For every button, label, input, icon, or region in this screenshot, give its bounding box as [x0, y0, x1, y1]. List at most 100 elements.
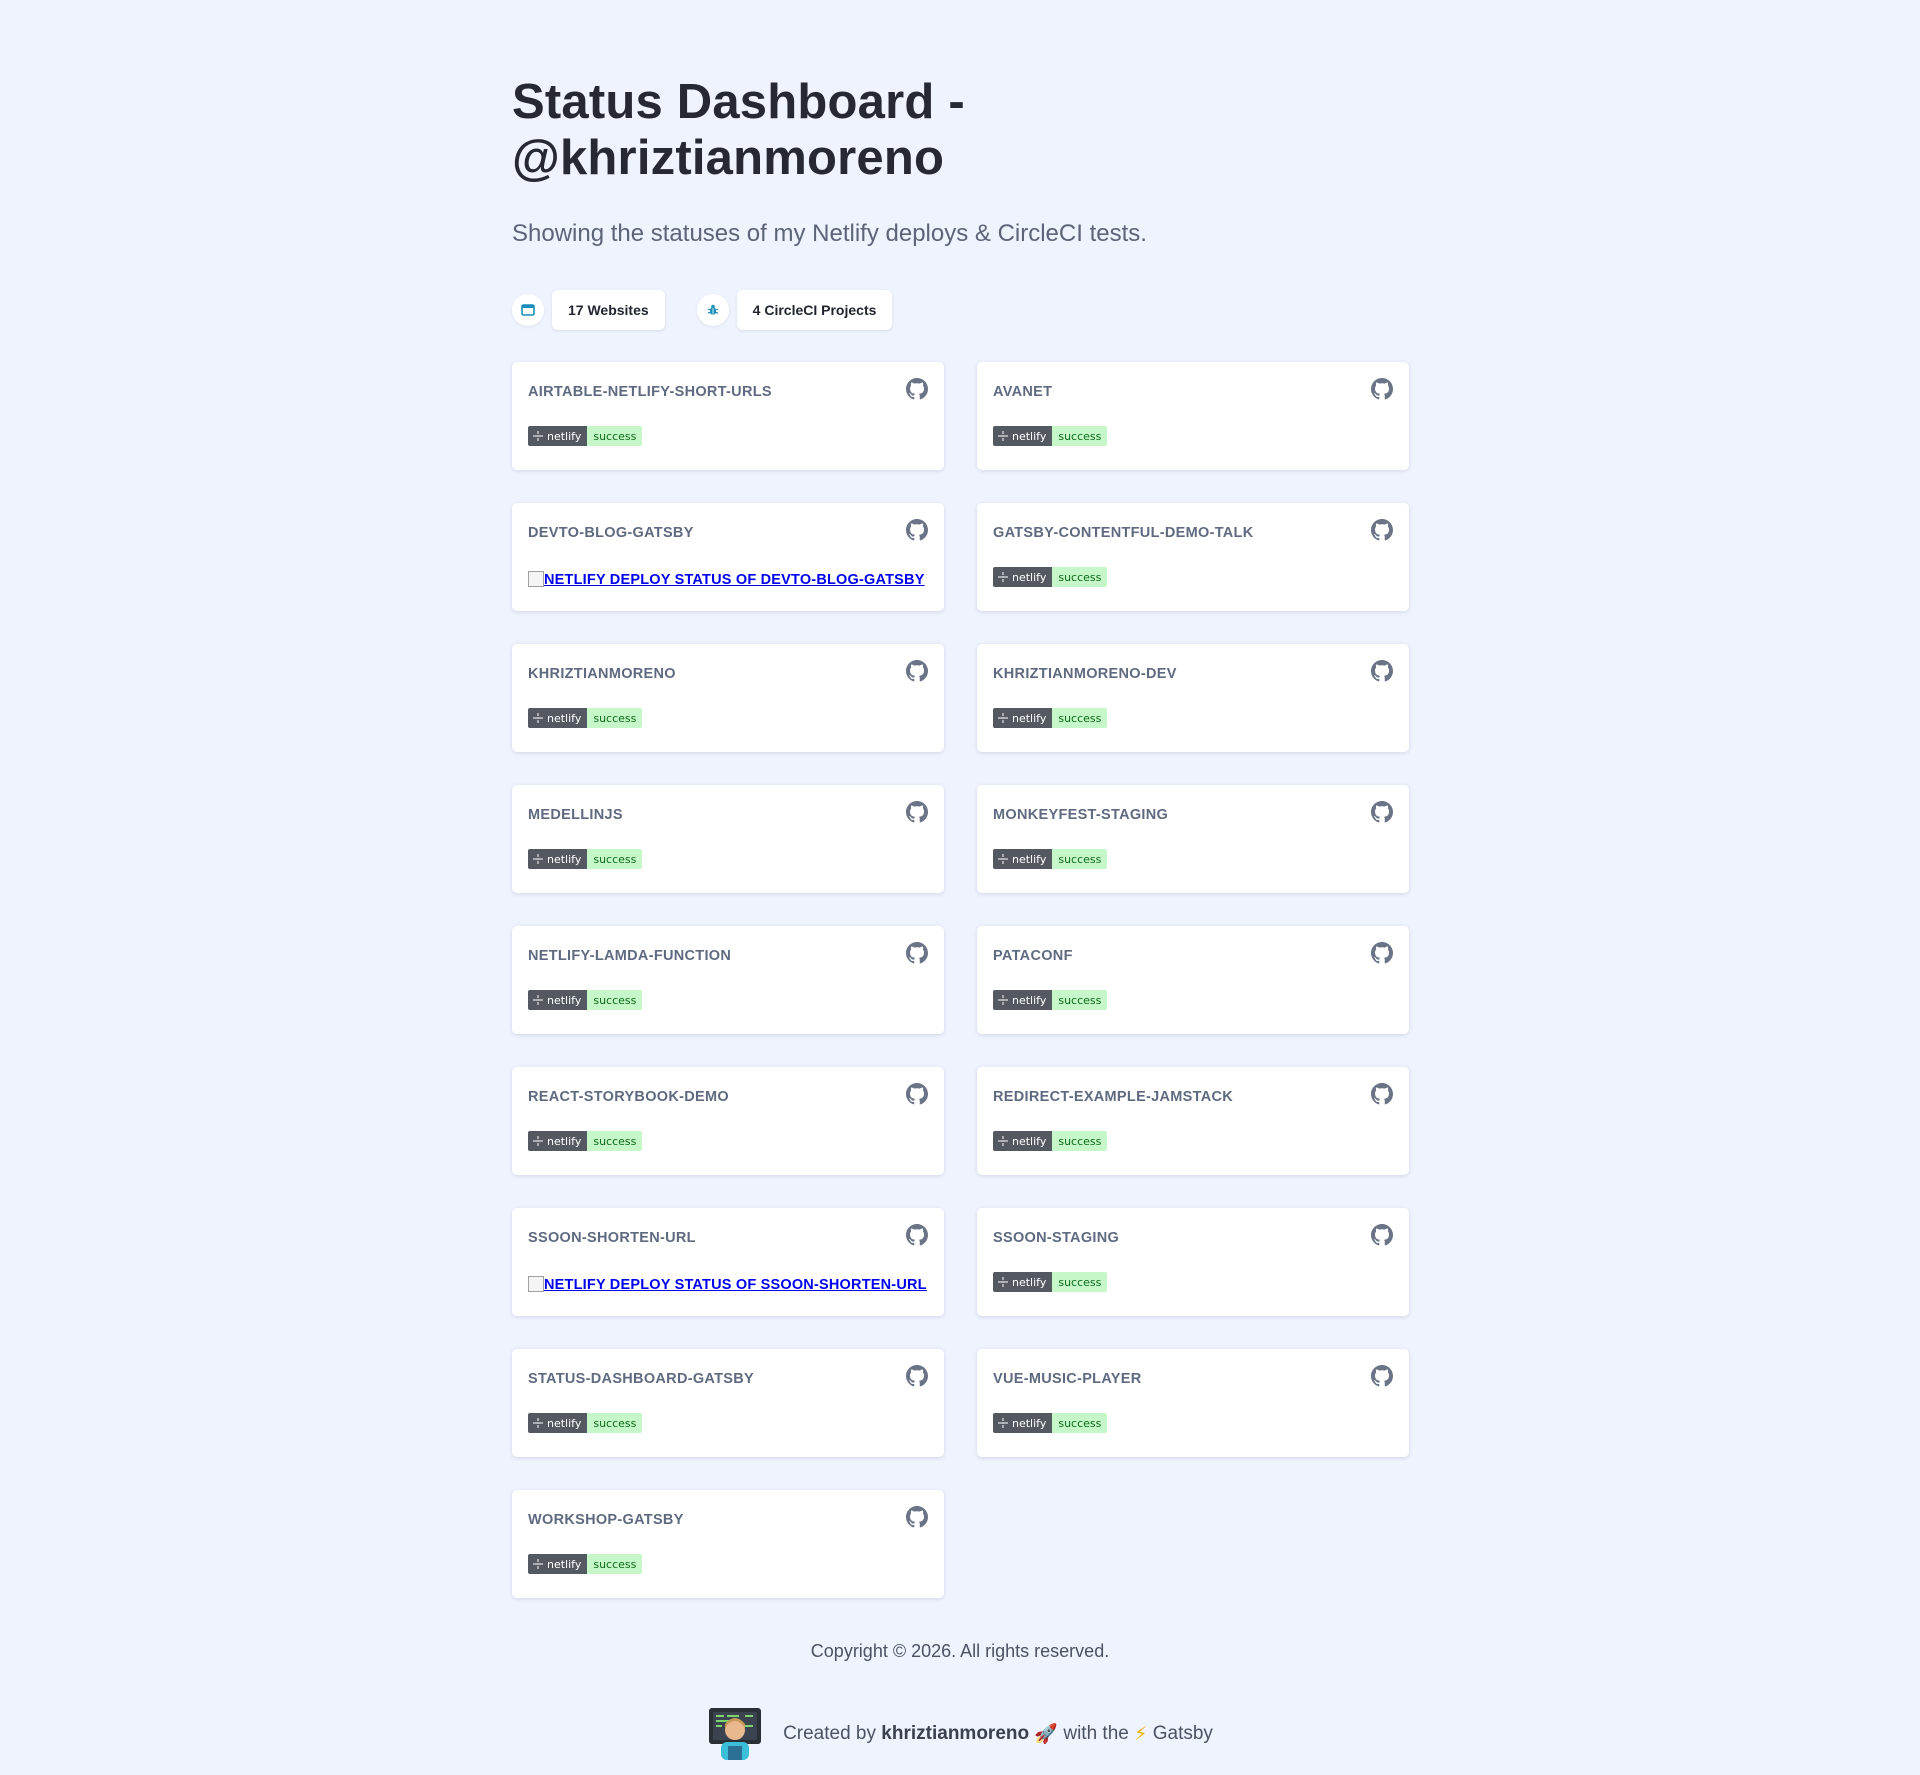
netlify-icon: [533, 1559, 543, 1569]
site-card: AVANET netlify success: [977, 362, 1409, 470]
site-card: MONKEYFEST-STAGING netlify success: [977, 785, 1409, 893]
github-icon[interactable]: [1371, 942, 1393, 964]
github-icon[interactable]: [906, 1365, 928, 1387]
site-name: KHRIZTIANMORENO-DEV: [993, 666, 1177, 682]
badge-status-label: success: [587, 1413, 643, 1433]
github-icon[interactable]: [906, 1506, 928, 1528]
bug-icon: [696, 294, 729, 326]
netlify-status-badge[interactable]: netlify success: [528, 708, 643, 728]
circleci-projects-count: 4 CircleCI Projects: [736, 290, 893, 330]
github-icon[interactable]: [1371, 378, 1393, 400]
netlify-status-image-link[interactable]: NETLIFY DEPLOY STATUS OF DEVTO-BLOG-GATS…: [528, 571, 925, 588]
site-name: NETLIFY-LAMDA-FUNCTION: [528, 948, 732, 964]
badge-left-text: netlify: [547, 1557, 582, 1571]
netlify-status-badge[interactable]: netlify success: [528, 1413, 643, 1433]
site-name: WORKSHOP-GATSBY: [528, 1512, 684, 1528]
page-title: Status Dashboard - @khriztianmoreno: [512, 75, 965, 185]
badge-left-text: netlify: [1012, 1134, 1047, 1148]
netlify-status-badge[interactable]: netlify success: [993, 849, 1108, 869]
badge-status-label: success: [1052, 708, 1108, 728]
with-the-text: with the: [1063, 1723, 1129, 1744]
site-name: REDIRECT-EXAMPLE-JAMSTACK: [993, 1089, 1234, 1105]
github-icon[interactable]: [906, 378, 928, 400]
badge-netlify-label: netlify: [993, 426, 1053, 446]
framework-name[interactable]: Gatsby: [1153, 1723, 1213, 1745]
github-icon[interactable]: [906, 801, 928, 823]
netlify-status-badge[interactable]: netlify success: [993, 426, 1108, 446]
site-card: DEVTO-BLOG-GATSBY NETLIFY DEPLOY STATUS O…: [512, 503, 944, 611]
github-icon[interactable]: [1371, 519, 1393, 541]
netlify-status-badge[interactable]: netlify success: [993, 1413, 1108, 1433]
github-icon[interactable]: [1371, 801, 1393, 823]
broken-image-icon: [528, 571, 544, 587]
github-icon[interactable]: [1371, 1365, 1393, 1387]
github-icon[interactable]: [906, 942, 928, 964]
netlify-status-badge[interactable]: netlify success: [528, 1554, 643, 1574]
badge-left-text: netlify: [1012, 1416, 1047, 1430]
badge-netlify-label: netlify: [528, 1413, 588, 1433]
netlify-status-badge[interactable]: netlify success: [528, 1131, 643, 1151]
badge-status-label: success: [1052, 426, 1108, 446]
github-icon[interactable]: [1371, 660, 1393, 682]
site-name: AIRTABLE-NETLIFY-SHORT-URLS: [528, 384, 772, 400]
github-icon[interactable]: [906, 1224, 928, 1246]
site-name: GATSBY-CONTENTFUL-DEMO-TALK: [993, 525, 1254, 541]
badge-netlify-label: netlify: [528, 426, 588, 446]
netlify-icon: [998, 854, 1008, 864]
badge-left-text: netlify: [547, 711, 582, 725]
badge-netlify-label: netlify: [993, 1272, 1053, 1292]
site-card: VUE-MUSIC-PLAYER netlify success: [977, 1349, 1409, 1457]
site-card: NETLIFY-LAMDA-FUNCTION netlify success: [512, 926, 944, 1034]
created-by-text: Created by: [783, 1723, 877, 1744]
site-name: MONKEYFEST-STAGING: [993, 807, 1169, 823]
netlify-status-badge[interactable]: netlify success: [528, 426, 643, 446]
netlify-status-badge[interactable]: netlify success: [993, 567, 1108, 587]
netlify-status-badge[interactable]: netlify success: [528, 849, 643, 869]
author-name[interactable]: khriztianmoreno: [881, 1723, 1029, 1745]
broken-image-icon: [528, 1276, 544, 1292]
github-icon[interactable]: [906, 660, 928, 682]
websites-count: 17 Websites: [552, 290, 665, 330]
github-icon[interactable]: [906, 1083, 928, 1105]
github-icon[interactable]: [1371, 1083, 1393, 1105]
site-card: KHRIZTIANMORENO-DEV netlify success: [977, 644, 1409, 752]
netlify-icon: [533, 713, 543, 723]
footer-copyright: Copyright © 2026. All rights reserved.: [810, 1641, 1110, 1661]
badge-netlify-label: netlify: [993, 990, 1053, 1010]
badge-netlify-label: netlify: [528, 849, 588, 869]
badge-status-label: success: [587, 426, 643, 446]
netlify-icon: [998, 572, 1008, 582]
sites-grid: AIRTABLE-NETLIFY-SHORT-URLS netlify succes…: [512, 362, 1409, 1598]
site-name: MEDELLINJS: [528, 807, 623, 823]
badge-status-label: success: [1052, 849, 1108, 869]
badge-left-text: netlify: [547, 852, 582, 866]
github-icon[interactable]: [906, 519, 928, 541]
netlify-icon: [998, 1418, 1008, 1428]
lightning-icon: ⚡: [1134, 1723, 1148, 1745]
developer-avatar-icon: [707, 1706, 763, 1762]
netlify-status-badge[interactable]: netlify success: [993, 990, 1108, 1010]
badge-status-label: success: [587, 1131, 643, 1151]
footer-credits: Created by khriztianmoreno 🚀 with the ⚡ …: [0, 1706, 1920, 1762]
browser-window-icon: [512, 294, 544, 326]
github-icon[interactable]: [1371, 1224, 1393, 1246]
badge-netlify-label: netlify: [528, 1554, 588, 1574]
site-card: MEDELLINJS netlify success: [512, 785, 944, 893]
netlify-icon: [998, 995, 1008, 1005]
site-card: REDIRECT-EXAMPLE-JAMSTACK netlify success: [977, 1067, 1409, 1175]
netlify-status-badge[interactable]: netlify success: [528, 990, 643, 1010]
badge-left-text: netlify: [547, 1134, 582, 1148]
site-card: GATSBY-CONTENTFUL-DEMO-TALK netlify succes…: [977, 503, 1409, 611]
badge-status-label: success: [1052, 1413, 1108, 1433]
badge-left-text: netlify: [547, 1416, 582, 1430]
badge-left-text: netlify: [1012, 993, 1047, 1007]
netlify-icon: [998, 713, 1008, 723]
site-card: SSOON-STAGING netlify success: [977, 1208, 1409, 1316]
badge-netlify-label: netlify: [993, 1131, 1053, 1151]
netlify-status-badge[interactable]: netlify success: [993, 1272, 1108, 1292]
netlify-status-badge[interactable]: netlify success: [993, 1131, 1108, 1151]
netlify-icon: [533, 1418, 543, 1428]
site-card: REACT-STORYBOOK-DEMO netlify success: [512, 1067, 944, 1175]
netlify-status-badge[interactable]: netlify success: [993, 708, 1108, 728]
netlify-status-image-link[interactable]: NETLIFY DEPLOY STATUS OF SSOON-SHORTEN-U…: [528, 1276, 927, 1293]
